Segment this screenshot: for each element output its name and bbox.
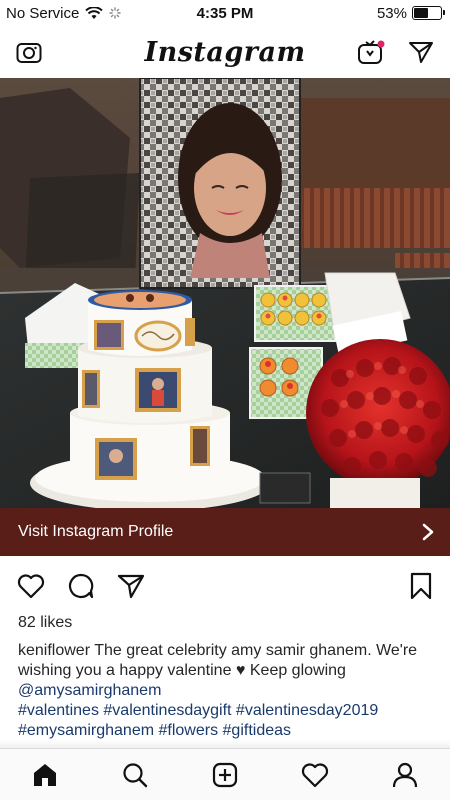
save-button[interactable] (406, 571, 436, 601)
heart-icon (17, 574, 45, 599)
home-icon (34, 763, 56, 786)
loading-spinner-icon (109, 7, 122, 19)
camera-icon (16, 43, 42, 63)
new-post-icon (212, 762, 238, 787)
bottom-nav (0, 748, 450, 800)
nav-activity[interactable] (300, 760, 330, 790)
wifi-icon (85, 6, 104, 19)
caption-hashtags-line-2[interactable]: #emysamirghanem #flowers #giftideas (18, 722, 291, 739)
battery-level (414, 8, 428, 18)
activity-icon (301, 762, 329, 787)
igtv-button[interactable] (356, 37, 386, 67)
status-bar: No Service 4:35 PM 53% (0, 0, 450, 26)
status-right: 53% (376, 4, 445, 22)
battery-percent: 53% (376, 4, 407, 22)
camera-button[interactable] (14, 37, 44, 67)
nav-home[interactable] (30, 760, 60, 790)
igtv-icon (358, 40, 385, 64)
like-button[interactable] (16, 571, 46, 601)
content-peek (0, 740, 450, 748)
caption-mention[interactable]: @amysamirghanem (18, 682, 161, 699)
profile-icon (392, 762, 418, 787)
post-caption: keniflower The great celebrity amy samir… (18, 641, 438, 741)
celebration-cake-photo (0, 78, 450, 508)
app-header: Instagram (0, 26, 450, 78)
post-actions (0, 566, 450, 606)
nav-new-post[interactable] (210, 760, 240, 790)
comment-button[interactable] (66, 571, 96, 601)
header-actions (356, 37, 436, 67)
post-photo[interactable] (0, 78, 450, 508)
caption-hashtags-line-1[interactable]: #valentines #valentinesdaygift #valentin… (18, 702, 378, 719)
carrier-text: No Service (6, 4, 80, 22)
visit-profile-button[interactable]: Visit Instagram Profile (0, 508, 450, 556)
likes-count[interactable]: 82 likes (18, 614, 72, 632)
visit-profile-label: Visit Instagram Profile (18, 523, 174, 540)
direct-message-button[interactable] (406, 37, 436, 67)
comment-icon (68, 573, 94, 599)
direct-message-icon (409, 42, 433, 63)
caption-username[interactable]: keniflower (18, 642, 90, 659)
nav-search[interactable] (120, 760, 150, 790)
chevron-right-icon (422, 523, 434, 541)
bookmark-icon (410, 572, 432, 600)
status-left: No Service (6, 4, 122, 22)
battery-icon (412, 6, 445, 20)
search-icon (123, 762, 148, 787)
nav-profile[interactable] (390, 760, 420, 790)
share-icon (117, 574, 145, 599)
post-actions-left (16, 571, 146, 601)
share-button[interactable] (116, 571, 146, 601)
